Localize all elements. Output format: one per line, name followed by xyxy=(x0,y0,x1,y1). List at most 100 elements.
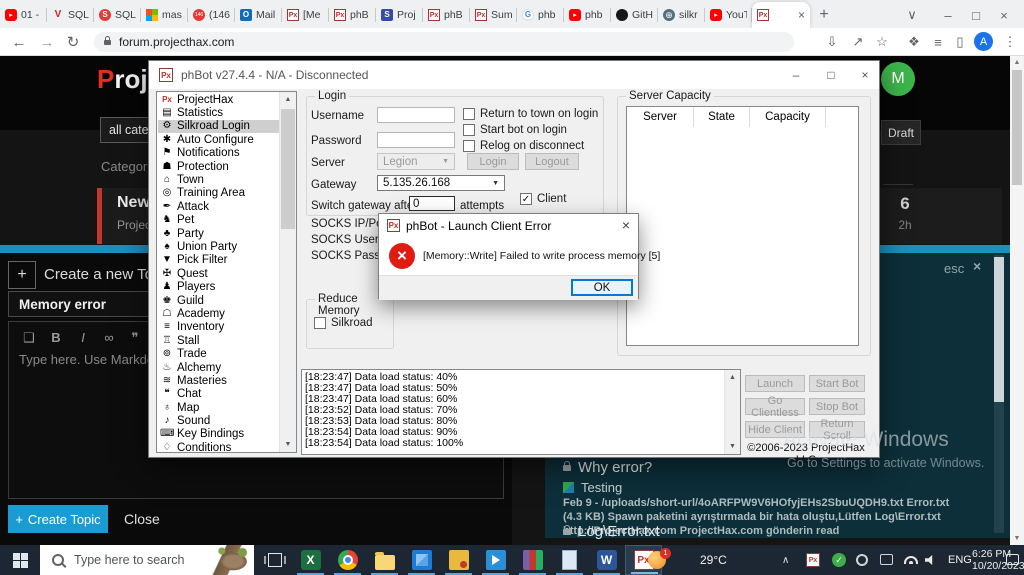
phbot-action-button[interactable]: Launch xyxy=(745,375,805,392)
sidebar-item[interactable]: ☖ Academy xyxy=(158,307,280,320)
browser-tab[interactable]: G phb xyxy=(517,2,564,28)
phbot-close-button[interactable]: × xyxy=(855,67,875,83)
panel-close-icon[interactable]: × xyxy=(973,258,981,274)
taskbar-app[interactable] xyxy=(366,545,403,575)
dialog-close-icon[interactable]: × xyxy=(617,216,635,234)
scroll-up-icon[interactable]: ▲ xyxy=(280,92,296,107)
reload-icon[interactable]: ↻ xyxy=(62,31,84,53)
taskbar-app[interactable] xyxy=(440,545,477,575)
scroll-down-icon[interactable]: ▼ xyxy=(1010,532,1024,545)
panel-scrollbar[interactable] xyxy=(994,255,1004,533)
browser-tab[interactable]: ▸ phb xyxy=(564,2,611,28)
phbot-maximize-button[interactable]: □ xyxy=(821,67,841,83)
device-tray-icon[interactable] xyxy=(880,554,893,565)
link-icon[interactable]: ∞ xyxy=(99,330,119,345)
tab-close-icon[interactable]: × xyxy=(798,8,805,22)
forum-user-avatar[interactable]: M xyxy=(881,62,915,96)
sidebar-scrollbar[interactable]: ▲ ▼ xyxy=(279,92,296,452)
sidebar-item[interactable]: ♖ Stall xyxy=(158,334,280,347)
scroll-down-icon[interactable]: ▼ xyxy=(725,439,740,454)
taskbar-app[interactable]: W xyxy=(588,545,625,575)
sidebar-item[interactable]: ♞ Pet xyxy=(158,214,280,227)
sidebar-scrollbar-thumb[interactable] xyxy=(281,109,295,229)
browser-tab[interactable]: S Proj xyxy=(376,2,423,28)
phbot-action-button[interactable]: Start Bot xyxy=(809,375,865,392)
window-close-button[interactable]: × xyxy=(990,2,1018,28)
browser-tab[interactable]: ▸ YouT xyxy=(705,2,752,28)
meet-now-icon[interactable] xyxy=(856,554,868,566)
browser-tab-active[interactable]: Px × xyxy=(752,2,810,28)
sidebar-item[interactable]: ✠ Quest xyxy=(158,267,280,280)
sidebar-item[interactable]: ✱ Auto Configure xyxy=(158,133,280,146)
browser-tab[interactable]: Px phB xyxy=(329,2,376,28)
browser-tab[interactable]: 146 (146 xyxy=(188,2,235,28)
bold-icon[interactable]: B xyxy=(46,330,66,345)
browser-tab[interactable]: V SQL xyxy=(47,2,94,28)
phbot-title-bar[interactable]: Px phBot v27.4.4 - N/A - Disconnected – … xyxy=(149,61,879,89)
taskbar-app[interactable] xyxy=(403,545,440,575)
login-option-checkbox[interactable]: ✓ Start bot on login xyxy=(463,122,598,138)
browser-tab[interactable]: mas xyxy=(141,2,188,28)
speech-icon[interactable]: ❑ xyxy=(19,330,39,346)
taskbar-app[interactable]: X xyxy=(292,545,329,575)
quote-icon[interactable]: ❞ xyxy=(125,330,145,346)
sidebar-item[interactable]: ◎ Training Area xyxy=(158,187,280,200)
sidebar-item[interactable]: ♠ Union Party xyxy=(158,240,280,253)
login-option-checkbox[interactable]: ✓ Return to town on login xyxy=(463,106,598,122)
phbot-action-button[interactable]: Hide Client xyxy=(745,421,805,438)
table-column-header[interactable]: State xyxy=(694,107,750,127)
share-icon[interactable]: ↗ xyxy=(848,33,868,51)
phbot-action-button[interactable]: Go Clientless xyxy=(745,395,805,419)
login-button[interactable]: Login xyxy=(467,153,519,170)
language-indicator[interactable]: ENG xyxy=(948,545,972,575)
topic-link-log-error[interactable]: Log\Error.txt xyxy=(563,523,660,540)
temperature-text[interactable]: 29°C xyxy=(700,545,727,575)
sidebar-item[interactable]: ≡ Inventory xyxy=(158,321,280,334)
username-input[interactable] xyxy=(377,107,455,123)
client-checkbox[interactable]: ✓ Client xyxy=(520,191,566,207)
password-input[interactable] xyxy=(377,132,455,148)
sidebar-item[interactable]: ✒ Attack xyxy=(158,200,280,213)
browser-tab[interactable]: O Mail xyxy=(235,2,282,28)
server-capacity-table[interactable]: Server State Capacity xyxy=(626,106,859,346)
sidebar-item[interactable]: ⌂ Town xyxy=(158,173,280,186)
taskbar-search-box[interactable]: Type here to search xyxy=(40,545,254,575)
phbot-action-button[interactable]: Stop Bot xyxy=(809,398,865,415)
download-icon[interactable]: ⇩ xyxy=(822,33,842,51)
forward-icon[interactable]: → xyxy=(36,31,58,53)
scroll-up-icon[interactable]: ▲ xyxy=(725,370,740,385)
window-minimize-button[interactable]: – xyxy=(934,2,962,28)
url-field[interactable]: forum.projecthax.com xyxy=(94,32,794,52)
draft-badge[interactable]: Draft xyxy=(881,120,921,145)
browser-tab[interactable]: Px Sum xyxy=(470,2,517,28)
panel-scrollbar-thumb[interactable] xyxy=(994,257,1004,402)
phbot-action-button[interactable]: Return Scroll xyxy=(809,418,865,442)
bookmark-star-icon[interactable]: ☆ xyxy=(872,33,892,51)
table-column-header[interactable]: Capacity xyxy=(750,107,826,127)
login-option-checkbox[interactable]: ✓ Relog on disconnect xyxy=(463,138,598,154)
reading-list-icon[interactable]: ≡ xyxy=(928,33,948,51)
taskbar-app[interactable] xyxy=(514,545,551,575)
window-maximize-button[interactable]: □ xyxy=(962,2,990,28)
sidebar-item[interactable]: ♚ Guild xyxy=(158,294,280,307)
phbot-tray-icon[interactable]: Px xyxy=(806,553,820,567)
scroll-up-icon[interactable]: ▲ xyxy=(1010,56,1024,69)
sidebar-item[interactable]: Px ProjectHax xyxy=(158,93,280,106)
gateway-dropdown[interactable]: 5.135.26.168 ▼ xyxy=(377,175,505,191)
log-output[interactable]: [18:23:47] Data load status: 40% [18:23:4… xyxy=(301,369,741,455)
task-view-button[interactable] xyxy=(258,545,292,575)
table-column-header[interactable]: Server xyxy=(627,107,694,127)
browser-tab[interactable]: S SQL xyxy=(94,2,141,28)
browser-tab[interactable]: GitH xyxy=(611,2,658,28)
phbot-minimize-button[interactable]: – xyxy=(786,67,806,83)
taskbar-app[interactable] xyxy=(329,545,366,575)
back-icon[interactable]: ← xyxy=(8,31,30,53)
browser-tab[interactable]: Px phB xyxy=(423,2,470,28)
browser-menu-icon[interactable]: ⋮ xyxy=(1000,33,1020,51)
tray-expand-icon[interactable]: ∧ xyxy=(782,545,789,575)
close-composer-link[interactable]: Close xyxy=(124,511,160,527)
italic-icon[interactable]: I xyxy=(73,330,93,345)
browser-tab[interactable]: ⊕ silkr xyxy=(658,2,705,28)
extensions-icon[interactable]: ❖ xyxy=(904,33,924,51)
browser-tab[interactable]: ▸ 01 - xyxy=(0,2,47,28)
